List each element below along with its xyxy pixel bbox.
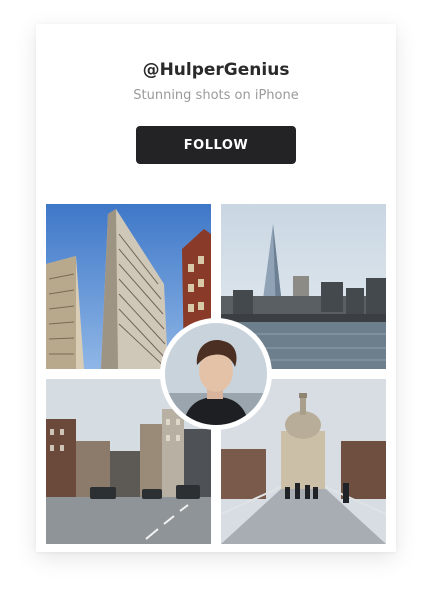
profile-handle[interactable]: @HulperGenius: [36, 60, 396, 80]
follow-button[interactable]: FOLLOW: [136, 126, 296, 164]
avatar-portrait-image: [165, 323, 267, 425]
profile-tagline: Stunning shots on iPhone: [133, 88, 299, 103]
profile-card: @HulperGenius Stunning shots on iPhone F…: [36, 24, 396, 552]
profile-avatar[interactable]: [160, 318, 272, 430]
